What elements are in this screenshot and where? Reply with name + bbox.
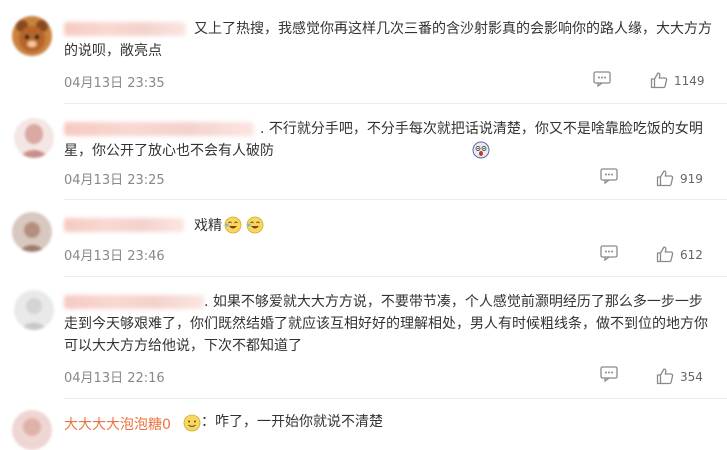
username-blurred <box>64 218 184 232</box>
comment-text: 又上了热搜，我感觉你再这样几次三番的含沙射影真的会影响你的路人缘，大大方方的说呗… <box>64 21 712 59</box>
comment-text: . 如果不够爱就大大方方说，不要带节凑，个人感觉前灏明经历了那么多一步一步走到今… <box>64 294 708 354</box>
user-avatar[interactable] <box>12 410 52 450</box>
user-avatar[interactable] <box>12 212 52 252</box>
comment-text: 戏精 <box>194 215 394 241</box>
divider <box>64 276 727 277</box>
scared-face-emoji <box>276 141 490 166</box>
divider <box>64 103 727 104</box>
thumbs-up-icon[interactable] <box>656 245 674 267</box>
laughing-emoji <box>246 216 264 241</box>
comment-text: . 不行就分手吧，不分手每次就把话说清楚，你又不是啥靠脸吃饭的女明星，你公开了放… <box>64 118 714 166</box>
thumbs-up-icon[interactable] <box>656 169 674 191</box>
comment-reply-icon[interactable] <box>600 168 618 188</box>
thumbs-up-icon[interactable] <box>650 71 668 93</box>
like-count: 919 <box>680 172 703 186</box>
comment-timestamp: 04月13日 23:46 <box>64 249 165 264</box>
laughing-emoji <box>224 216 242 241</box>
comment-username[interactable]: 大大大大泡泡糖0 <box>64 414 171 434</box>
divider <box>64 398 727 399</box>
user-avatar[interactable] <box>14 118 54 158</box>
like-count: 354 <box>680 370 703 384</box>
comment-timestamp: 04月13日 22:16 <box>64 371 165 386</box>
thumbs-up-icon[interactable] <box>656 367 674 389</box>
like-count: 1149 <box>674 74 705 88</box>
comment-timestamp: 04月13日 23:35 <box>64 76 165 91</box>
comment-reply-icon[interactable] <box>600 366 618 386</box>
smile-emoji <box>183 414 201 436</box>
comment-timestamp: 04月13日 23:25 <box>64 173 165 188</box>
comment-reply-icon[interactable] <box>593 71 611 91</box>
user-avatar[interactable] <box>14 290 54 330</box>
comment-reply-icon[interactable] <box>600 245 618 265</box>
like-count: 612 <box>680 248 703 262</box>
divider <box>64 199 727 200</box>
comment-text: ：咋了，一开始你就说不清楚 <box>201 414 383 430</box>
bear-avatar-icon[interactable] <box>12 16 52 56</box>
